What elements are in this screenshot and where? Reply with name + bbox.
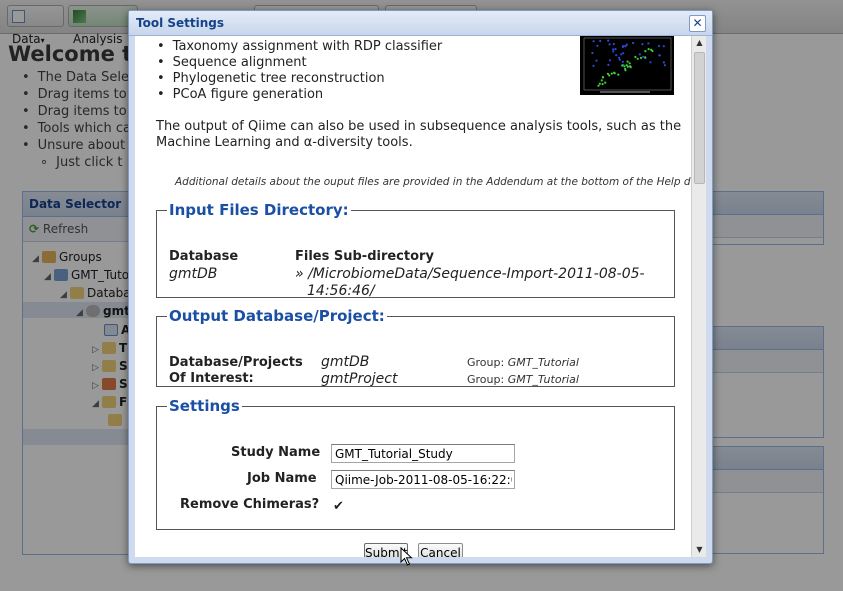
scatter-point: [626, 65, 629, 68]
scatter-point: [591, 51, 594, 55]
scatter-point: [624, 45, 627, 48]
scatter-point: [650, 48, 653, 51]
feature-item: PCoA figure generation: [157, 87, 323, 102]
pcoa-scatter-thumbnail: [580, 36, 674, 95]
scatter-point: [618, 56, 621, 59]
scatter-point: [623, 65, 626, 68]
input-subdir-value-cont: 14:56:46/: [307, 283, 375, 299]
scatter-point: [662, 45, 665, 48]
study-name-input[interactable]: [331, 444, 515, 463]
scatter-point: [639, 56, 643, 59]
scatter-point: [624, 69, 627, 72]
input-subdir-value: » /MicrobiomeData/Sequence-Import-2011-0…: [295, 266, 645, 282]
input-database-value: gmtDB: [169, 266, 218, 282]
scatter-point: [607, 63, 610, 66]
dialog-title: Tool Settings: [136, 16, 225, 30]
scatter-point: [620, 53, 623, 56]
mouse-pointer-icon: [400, 547, 413, 566]
dialog-body: Taxonomy assignment with RDP classifier …: [135, 36, 706, 557]
scatter-point: [592, 40, 595, 43]
scatter-point: [628, 62, 631, 65]
scatter-point: [644, 50, 647, 53]
description-line: Machine Learning and α-diversity tools.: [156, 135, 413, 150]
scatter-point: [629, 66, 632, 69]
scatter-point: [658, 54, 661, 57]
scatter-point: [644, 56, 647, 59]
scatter-point: [636, 57, 639, 60]
output-db-legend: Output Database/Project:: [169, 307, 385, 325]
study-name-label: Study Name: [231, 445, 321, 460]
scatter-point: [617, 73, 620, 76]
scroll-down-icon[interactable]: ▼: [692, 543, 706, 557]
scatter-point: [649, 61, 652, 64]
scatter-point: [596, 44, 599, 47]
scatter-point: [601, 76, 605, 79]
scatter-point: [618, 58, 621, 61]
feature-item: Taxonomy assignment with RDP classifier: [157, 39, 443, 54]
scatter-point: [600, 79, 603, 82]
scatter-point: [610, 72, 613, 75]
scatter-point: [614, 48, 617, 51]
input-files-legend: Input Files Directory:: [169, 201, 349, 219]
description-line: The output of Qiime can also be used in …: [156, 119, 682, 134]
db-projects-label-cont: Of Interest:: [169, 371, 254, 386]
scatter-point: [621, 45, 624, 48]
scatter-point: [621, 64, 624, 67]
scatter-point: [592, 64, 595, 67]
scatter-point: [662, 61, 665, 64]
scatter-point: [598, 82, 601, 85]
scroll-up-icon[interactable]: ▲: [692, 36, 706, 50]
scatter-point: [612, 50, 615, 53]
db-projects-label: Database/Projects: [169, 355, 303, 370]
job-name-input[interactable]: [331, 470, 515, 489]
remove-chimeras-label: Remove Chimeras?: [180, 497, 320, 512]
close-icon[interactable]: ✕: [689, 15, 706, 32]
scatter-point: [612, 48, 615, 51]
scatter-point: [621, 60, 624, 63]
scatter-point: [626, 60, 629, 63]
scatter-point: [641, 43, 644, 46]
scatter-point: [608, 59, 611, 62]
scatter-point: [622, 52, 625, 55]
project-group: Group: GMT_Tutorial: [467, 373, 579, 386]
scatter-point: [601, 83, 604, 86]
dialog-title-bar[interactable]: Tool Settings ✕: [129, 11, 712, 36]
output-project-value: gmtProject: [321, 371, 398, 387]
scatter-point: [599, 39, 602, 43]
scatter-point: [642, 55, 645, 58]
output-db-value: gmtDB: [321, 354, 370, 370]
scatter-point: [638, 53, 641, 56]
scatter-point: [604, 81, 607, 84]
scatter-point: [608, 74, 611, 77]
scatter-point: [607, 39, 610, 42]
scatter-point: [634, 55, 637, 59]
scatter-point: [615, 54, 618, 57]
feature-item: Phylogenetic tree reconstruction: [157, 71, 385, 86]
scatter-point: [647, 42, 650, 45]
scrollbar-thumb[interactable]: [694, 52, 705, 184]
tool-settings-dialog: Tool Settings ✕ Taxonomy assignment with…: [128, 10, 713, 564]
scatter-point: [632, 41, 635, 45]
dialog-content: Taxonomy assignment with RDP classifier …: [135, 36, 706, 557]
scatter-point: [595, 59, 598, 62]
scatter-point: [597, 84, 600, 87]
scatter-point: [657, 44, 661, 48]
subdir-column-header: Files Sub-directory: [295, 249, 434, 264]
scatter-point: [647, 48, 650, 51]
db-group: Group: GMT_Tutorial: [467, 356, 579, 369]
scatter-point: [613, 71, 616, 74]
scatter-point: [663, 64, 666, 67]
feature-item: Sequence alignment: [157, 55, 307, 70]
job-name-label: Job Name: [247, 471, 317, 486]
addendum-note: Additional details about the ouput files…: [175, 176, 706, 188]
dialog-scrollbar[interactable]: ▲ ▼: [691, 36, 706, 557]
scatter-point: [612, 42, 615, 46]
settings-legend: Settings: [169, 397, 240, 415]
database-column-header: Database: [169, 249, 239, 264]
cancel-button[interactable]: Cancel: [418, 543, 463, 557]
scatter-point: [608, 43, 611, 46]
remove-chimeras-checkbox[interactable]: ✔: [332, 500, 345, 513]
